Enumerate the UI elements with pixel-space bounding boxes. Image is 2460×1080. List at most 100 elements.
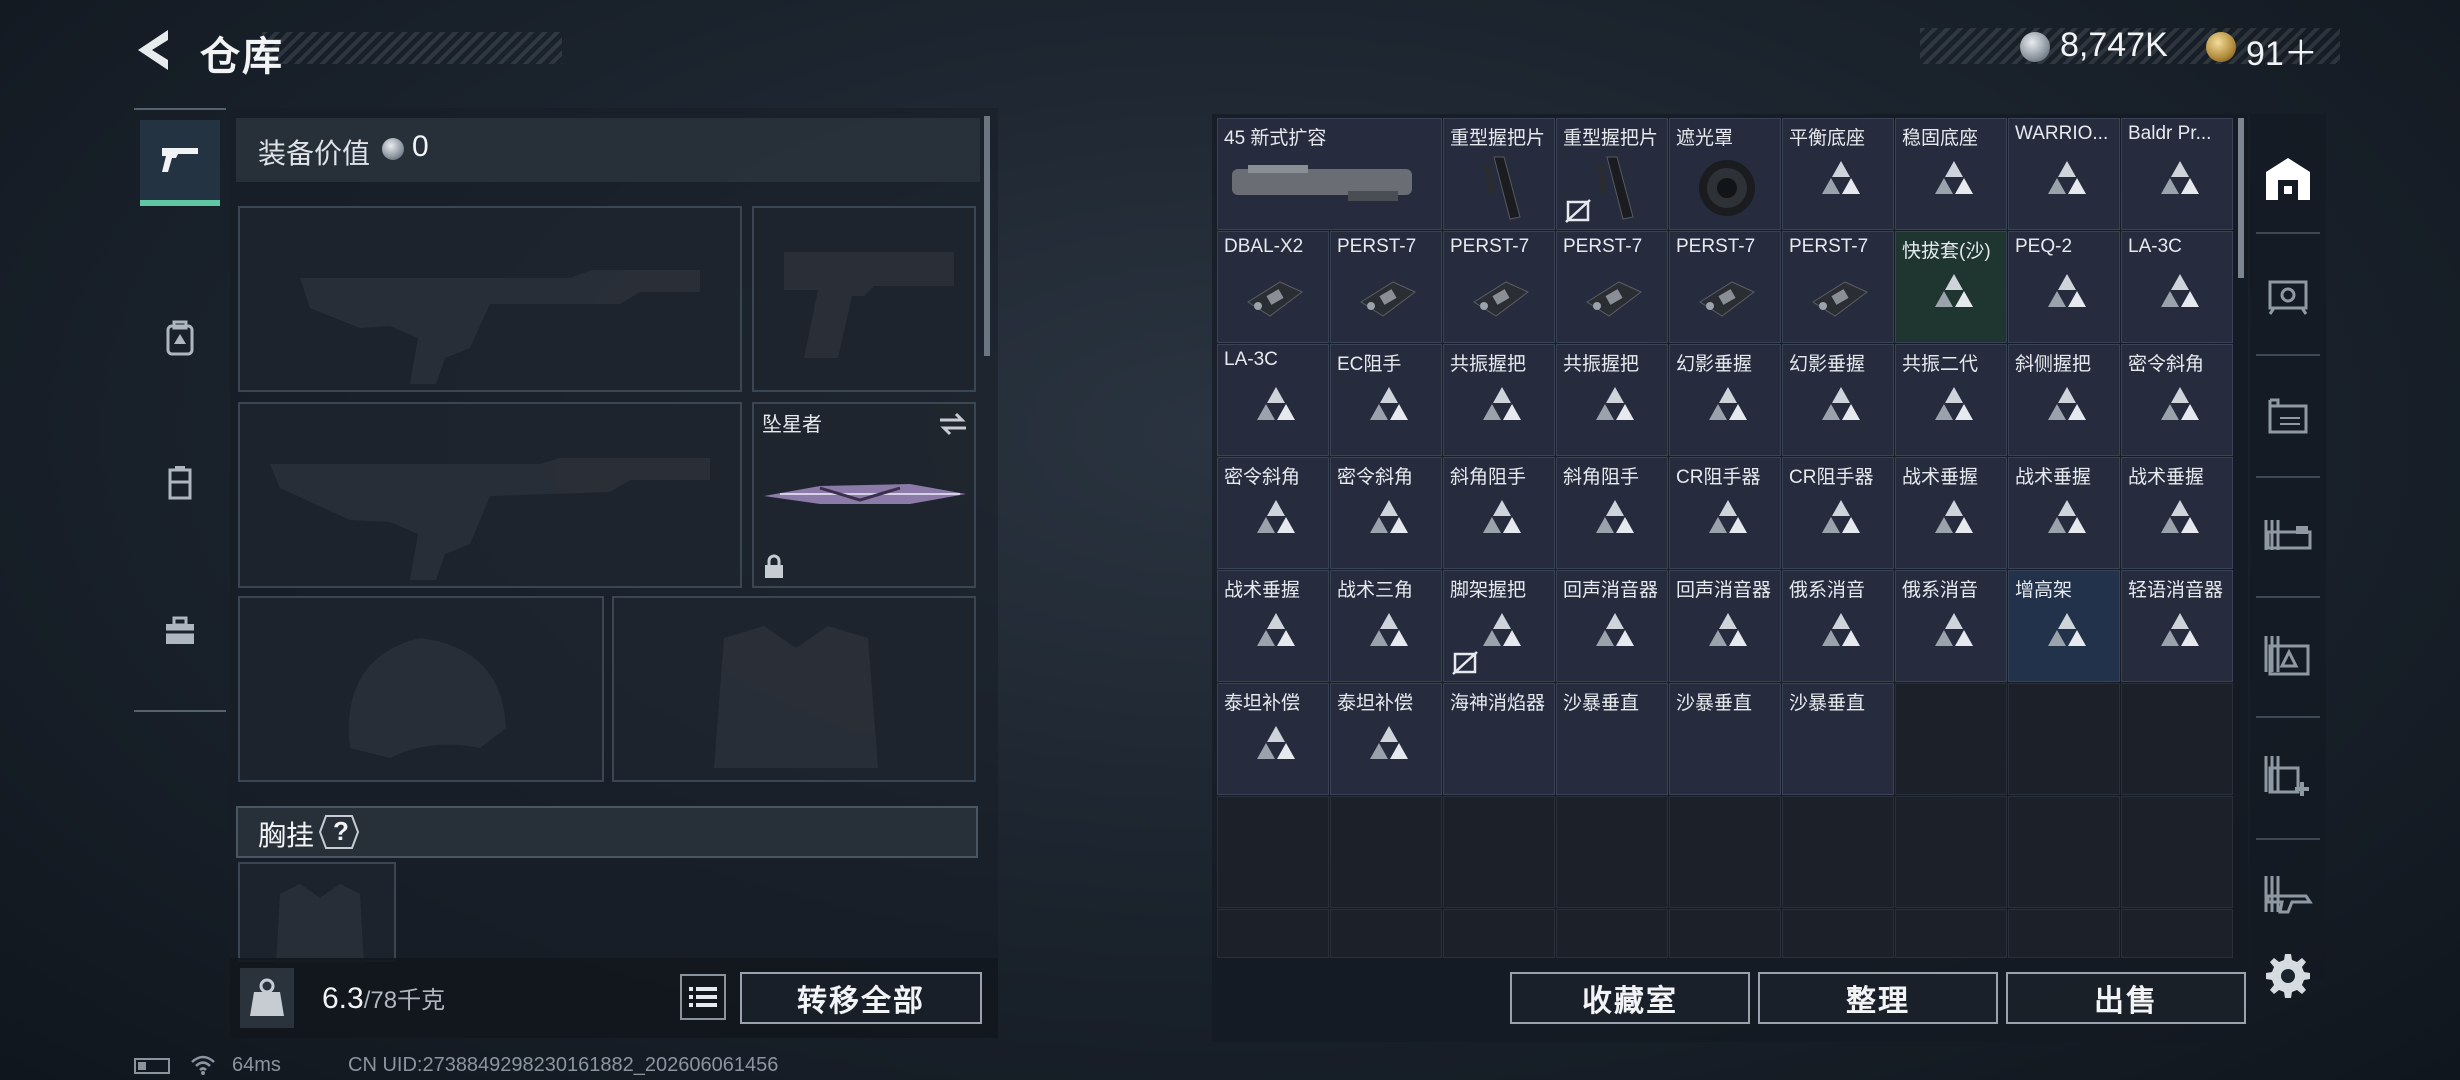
rail-item-backpack[interactable]: [140, 298, 220, 378]
inventory-item[interactable]: 沙暴垂直: [1669, 683, 1781, 795]
empty-slot[interactable]: [1895, 909, 2007, 958]
inventory-item[interactable]: 共振握把: [1443, 344, 1555, 456]
inventory-item[interactable]: 密令斜角: [2121, 344, 2233, 456]
empty-slot[interactable]: [1556, 909, 1668, 958]
back-arrow-icon[interactable]: [132, 26, 176, 74]
inventory-item[interactable]: 稳固底座: [1895, 118, 2007, 230]
inventory-item[interactable]: LA-3C: [1217, 344, 1329, 456]
tab-storage-3[interactable]: [2256, 504, 2320, 568]
empty-slot[interactable]: [2008, 683, 2120, 795]
rail-item-vest[interactable]: [140, 442, 220, 522]
inventory-item[interactable]: LA-3C: [2121, 231, 2233, 343]
inventory-item[interactable]: 幻影垂握: [1669, 344, 1781, 456]
gear-icon[interactable]: [2264, 952, 2312, 1000]
inventory-item[interactable]: 泰坦补偿: [1330, 683, 1442, 795]
inventory-item[interactable]: 重型握把片: [1443, 118, 1555, 230]
collection-room-button[interactable]: 收藏室: [1510, 972, 1750, 1024]
rail-item-case[interactable]: [140, 590, 220, 670]
tab-storage-2[interactable]: [2256, 384, 2320, 448]
empty-slot[interactable]: [1330, 909, 1442, 958]
inventory-item[interactable]: 俄系消音: [1782, 570, 1894, 682]
empty-slot[interactable]: [1782, 909, 1894, 958]
chest-rig-slot[interactable]: [238, 862, 396, 964]
empty-slot[interactable]: [1217, 796, 1329, 908]
gold-amount[interactable]: 91＋: [2246, 26, 2318, 75]
inventory-item[interactable]: 斜侧握把: [2008, 344, 2120, 456]
melee-slot[interactable]: 坠星者: [752, 402, 976, 588]
inventory-item[interactable]: PEQ-2: [2008, 231, 2120, 343]
inventory-item[interactable]: 重型握把片: [1556, 118, 1668, 230]
inventory-item[interactable]: 幻影垂握: [1782, 344, 1894, 456]
inventory-item[interactable]: 战术垂握: [1217, 570, 1329, 682]
armor-slot[interactable]: [612, 596, 976, 782]
list-view-button[interactable]: [680, 974, 726, 1020]
inventory-item[interactable]: 沙暴垂直: [1782, 683, 1894, 795]
pistol-slot[interactable]: [752, 206, 976, 392]
inventory-item[interactable]: CR阻手器: [1782, 457, 1894, 569]
empty-slot[interactable]: [1895, 796, 2007, 908]
inventory-item[interactable]: Baldr Pr...: [2121, 118, 2233, 230]
secondary-weapon-slot[interactable]: [238, 402, 742, 588]
empty-slot[interactable]: [2121, 796, 2233, 908]
inventory-item[interactable]: 战术垂握: [1895, 457, 2007, 569]
tab-warehouse[interactable]: [2256, 146, 2320, 210]
inventory-item[interactable]: 共振握把: [1556, 344, 1668, 456]
inventory-item[interactable]: PERST-7: [1669, 231, 1781, 343]
empty-slot[interactable]: [1217, 909, 1329, 958]
empty-slot[interactable]: [2121, 683, 2233, 795]
inventory-item[interactable]: 战术三角: [1330, 570, 1442, 682]
swap-icon[interactable]: [938, 412, 968, 436]
inventory-item[interactable]: 回声消音器: [1669, 570, 1781, 682]
empty-slot[interactable]: [1330, 796, 1442, 908]
empty-slot[interactable]: [2121, 909, 2233, 958]
empty-slot[interactable]: [1669, 909, 1781, 958]
rail-item-weapons[interactable]: [140, 120, 220, 206]
inventory-scrollbar[interactable]: [2238, 118, 2244, 278]
empty-slot[interactable]: [1782, 796, 1894, 908]
tab-storage-1[interactable]: [2256, 262, 2320, 326]
inventory-item[interactable]: 回声消音器: [1556, 570, 1668, 682]
inventory-item[interactable]: PERST-7: [1782, 231, 1894, 343]
empty-slot[interactable]: [1443, 796, 1555, 908]
empty-slot[interactable]: [2008, 796, 2120, 908]
inventory-item[interactable]: 平衡底座: [1782, 118, 1894, 230]
inventory-item[interactable]: 共振二代: [1895, 344, 2007, 456]
inventory-item[interactable]: 海神消焰器: [1443, 683, 1555, 795]
inventory-item[interactable]: 轻语消音器: [2121, 570, 2233, 682]
inventory-item[interactable]: 遮光罩: [1669, 118, 1781, 230]
inventory-item[interactable]: 沙暴垂直: [1556, 683, 1668, 795]
inventory-item[interactable]: 斜角阻手: [1556, 457, 1668, 569]
inventory-item[interactable]: PERST-7: [1556, 231, 1668, 343]
inventory-item[interactable]: 增高架: [2008, 570, 2120, 682]
empty-slot[interactable]: [1443, 909, 1555, 958]
inventory-item[interactable]: 斜角阻手: [1443, 457, 1555, 569]
inventory-item[interactable]: 密令斜角: [1330, 457, 1442, 569]
equipment-scrollbar[interactable]: [984, 116, 990, 356]
inventory-item[interactable]: 45 新式扩容: [1217, 118, 1442, 230]
empty-slot[interactable]: [2008, 909, 2120, 958]
primary-weapon-slot[interactable]: [238, 206, 742, 392]
empty-slot[interactable]: [1556, 796, 1668, 908]
inventory-item[interactable]: WARRIO...: [2008, 118, 2120, 230]
inventory-item[interactable]: DBAL-X2: [1217, 231, 1329, 343]
empty-slot[interactable]: [1895, 683, 2007, 795]
inventory-item[interactable]: 快拔套(沙): [1895, 231, 2007, 343]
empty-slot[interactable]: [1669, 796, 1781, 908]
tab-storage-5[interactable]: [2256, 744, 2320, 808]
tab-storage-6[interactable]: [2256, 864, 2320, 928]
sort-button[interactable]: 整理: [1758, 972, 1998, 1024]
transfer-all-button[interactable]: 转移全部: [740, 972, 982, 1024]
inventory-item[interactable]: 密令斜角: [1217, 457, 1329, 569]
inventory-item[interactable]: EC阻手: [1330, 344, 1442, 456]
inventory-item[interactable]: 脚架握把: [1443, 570, 1555, 682]
inventory-item[interactable]: CR阻手器: [1669, 457, 1781, 569]
inventory-item[interactable]: 泰坦补偿: [1217, 683, 1329, 795]
inventory-item[interactable]: PERST-7: [1443, 231, 1555, 343]
sell-button[interactable]: 出售: [2006, 972, 2246, 1024]
inventory-item[interactable]: PERST-7: [1330, 231, 1442, 343]
inventory-item[interactable]: 俄系消音: [1895, 570, 2007, 682]
inventory-item[interactable]: 战术垂握: [2121, 457, 2233, 569]
helmet-slot[interactable]: [238, 596, 604, 782]
inventory-item[interactable]: 战术垂握: [2008, 457, 2120, 569]
tab-storage-4[interactable]: [2256, 624, 2320, 688]
